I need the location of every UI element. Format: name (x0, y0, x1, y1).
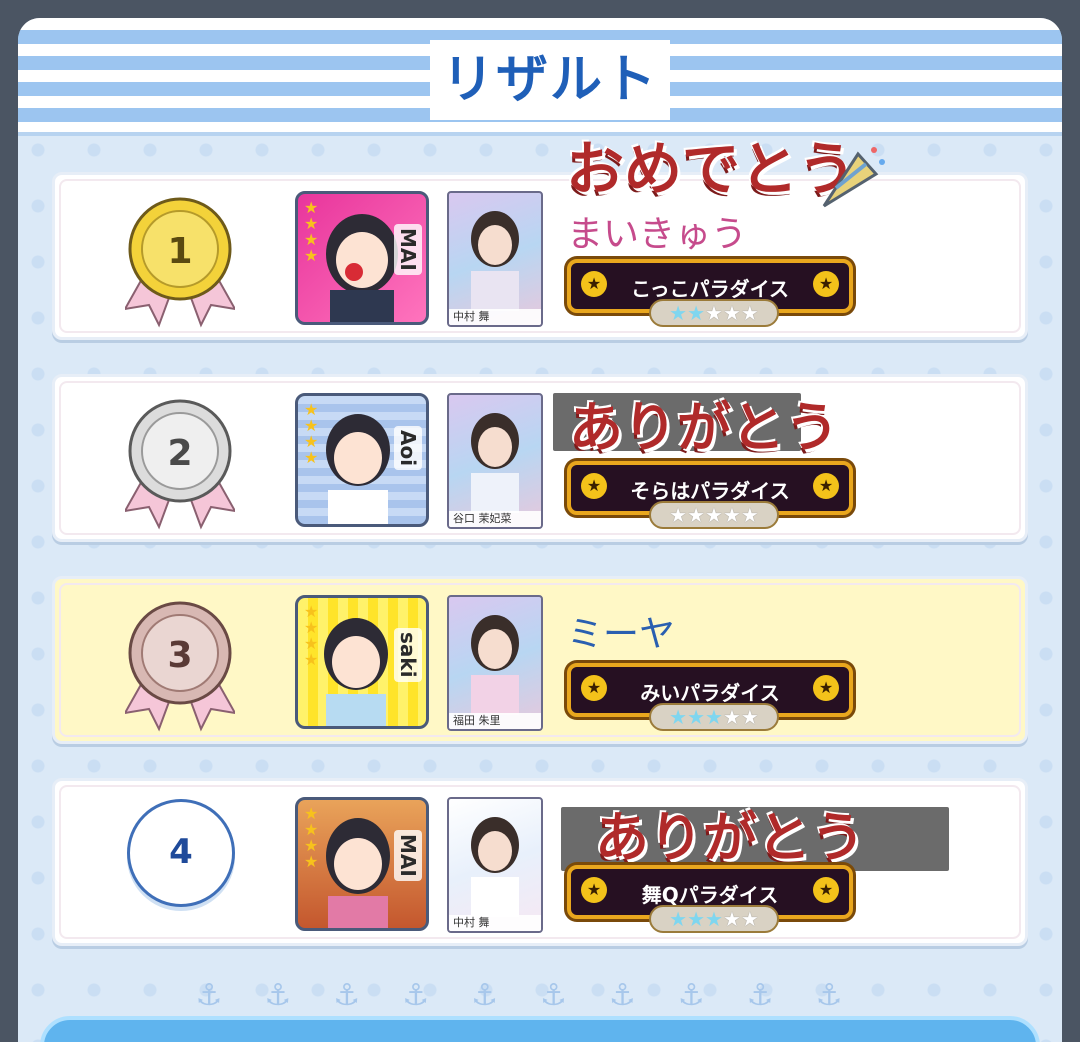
team-badge: ★ みいパラダイス ★ ★★★★★ (567, 663, 853, 731)
arigatou-sticker: ありがとう (569, 395, 839, 459)
team-name: 舞Qパラダイス (641, 883, 779, 907)
silver-medal-icon: 2 (123, 399, 237, 531)
star-rating: ★★★★★ (649, 501, 779, 529)
rank-number: 2 (167, 433, 193, 474)
avatar-name-tag: Aoi (394, 426, 422, 471)
rank-number: 1 (167, 231, 193, 272)
rank-badge: 4 (127, 799, 235, 907)
result-row[interactable]: 4 ★★★★ MAI 中村 舞 ありがとう ★ 舞Qパラダイス ★ ★★★ (52, 778, 1028, 946)
result-header: リザルト (18, 18, 1062, 136)
result-row[interactable]: 3 ★ ★ ★ ★ saki 福田 朱里 ミーヤ ★ みいパラダイス ★ ★★★★★ (52, 576, 1028, 744)
gold-medal-icon: 1 (123, 197, 237, 329)
anchor-pattern-icon: ⚓⚓⚓⚓⚓⚓⚓⚓⚓⚓ (195, 978, 885, 1013)
rank-number: 3 (167, 635, 193, 676)
team-name: みいパラダイス (640, 681, 780, 705)
member-name: 中村 舞 (449, 915, 541, 931)
party-popper-icon (818, 140, 888, 214)
result-panel: リザルト 1 ★ ★ ★ ★ MAI 中村 舞 まいきゅう ★ こっこパラダイス… (18, 18, 1062, 1042)
avatar: ★ ★ ★ ★ saki (295, 595, 429, 729)
arigatou-sticker: ありがとう (595, 805, 865, 869)
avatar-name-tag: MAI (394, 830, 422, 881)
member-photo: 中村 舞 (447, 191, 543, 327)
member-name: 谷口 茉妃菜 (449, 511, 541, 527)
bronze-medal-icon: 3 (123, 601, 237, 733)
avatar-name-tag: saki (394, 628, 422, 682)
member-photo: 谷口 茉妃菜 (447, 393, 543, 529)
avatar: ★ ★ ★ ★ Aoi (295, 393, 429, 527)
avatar: ★ ★ ★ ★ MAI (295, 191, 429, 325)
member-name: 福田 朱里 (449, 713, 541, 729)
avatar: ★ ★ ★ ★ MAI (295, 797, 429, 931)
star-icon: ★ (813, 473, 839, 499)
team-name: こっこパラダイス (631, 277, 789, 301)
star-icon: ★ (813, 877, 839, 903)
avatar-name-tag: MAI (394, 224, 422, 275)
team-badge: ★ 舞Qパラダイス ★ ★★★★★ (567, 865, 853, 933)
star-rating: ★★★★★ (649, 905, 779, 933)
team-badge: ★ こっこパラダイス ★ ★★★★★ (567, 259, 853, 327)
rank-number: 4 (169, 832, 193, 872)
star-icon: ★ (813, 271, 839, 297)
bottom-panel (40, 1016, 1040, 1042)
star-rating: ★★★★★ (649, 703, 779, 731)
team-badge: ★ そらはパラダイス ★ ★★★★★ (567, 461, 853, 529)
player-name: まいきゅう (567, 214, 748, 255)
member-photo: 福田 朱里 (447, 595, 543, 731)
result-row[interactable]: 2 ★★★★ Aoi 谷口 茉妃菜 ありがとう ★ そらはパラダイス ★ (52, 374, 1028, 542)
page-title: リザルト (430, 40, 671, 120)
star-rating: ★★★★★ (649, 299, 779, 327)
player-name: ミーヤ (567, 614, 676, 655)
member-photo: 中村 舞 (447, 797, 543, 933)
omedetou-sticker: おめでとう (566, 135, 857, 203)
star-icon: ★ (813, 675, 839, 701)
member-name: 中村 舞 (449, 309, 541, 325)
team-name: そらはパラダイス (630, 479, 790, 503)
